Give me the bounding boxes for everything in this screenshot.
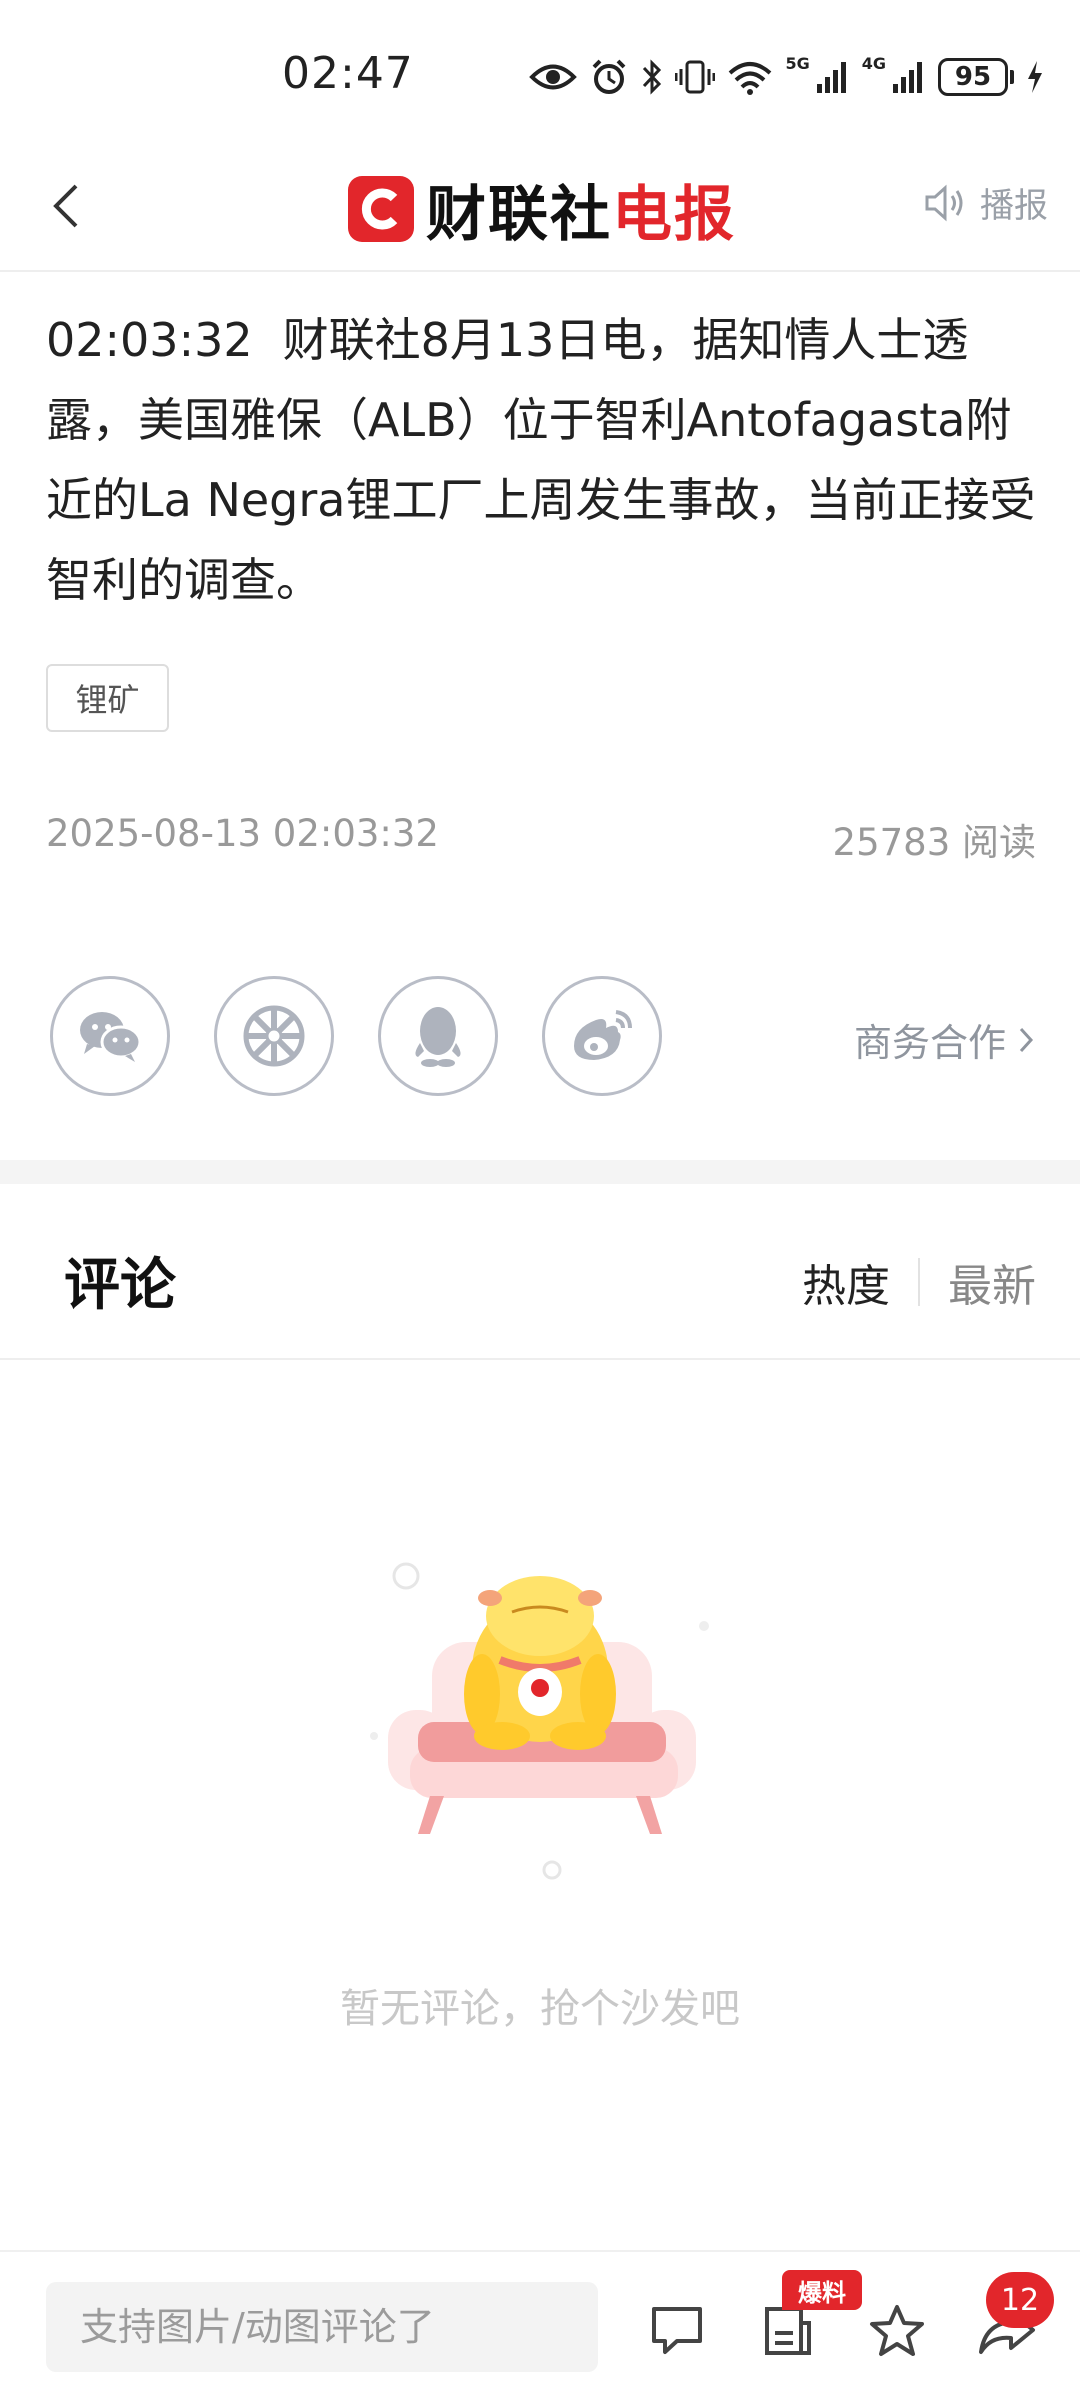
business-cooperation-link[interactable]: 商务合作 <box>854 1012 1036 1067</box>
alarm-icon <box>593 59 626 94</box>
article-body: 02:03:32 财联社8月13日电，据知情人士透露，美国雅保（ALB）位于智利A… <box>46 300 1036 620</box>
tip-off-badge: 爆料 <box>782 2270 862 2310</box>
network-5g-label: 5G <box>785 53 810 73</box>
eye-icon <box>529 64 578 90</box>
signal-4g-icon <box>893 62 922 93</box>
share-weibo-button[interactable] <box>542 976 662 1096</box>
comments-divider <box>0 1358 1080 1360</box>
sort-hot-tab[interactable]: 热度 <box>802 1250 890 1314</box>
weibo-icon <box>574 1010 632 1060</box>
charging-icon <box>1028 61 1042 93</box>
battery-level: 95 <box>938 58 1008 96</box>
empty-comments-text: 暂无评论，抢个沙发吧 <box>340 1986 740 2032</box>
sort-new-tab[interactable]: 最新 <box>948 1250 1036 1314</box>
moments-aperture-icon <box>243 1005 305 1067</box>
topic-tag[interactable]: 锂矿 <box>46 664 169 732</box>
comment-input[interactable] <box>46 2282 598 2372</box>
article-time: 02:03:32 <box>46 313 253 367</box>
share-moments-button[interactable] <box>214 976 334 1096</box>
publish-date: 2025-08-13 02:03:32 <box>46 812 439 855</box>
logo-text-main: 财联社 <box>426 179 612 250</box>
logo-c-icon <box>348 176 414 242</box>
bottom-action-bar: 爆料 12 <box>0 2250 1080 2400</box>
broadcast-label: 播报 <box>980 186 1048 226</box>
network-4g-label: 4G <box>861 53 886 73</box>
business-cooperation-label: 商务合作 <box>853 1021 1006 1065</box>
speaker-icon <box>925 184 963 221</box>
favorite-button[interactable] <box>862 2296 932 2366</box>
battery-cap <box>1010 70 1014 84</box>
star-icon <box>870 2305 924 2356</box>
chevron-right-icon <box>1019 1027 1034 1052</box>
status-bar: 02:47 5G 4G 95 <box>0 0 1080 150</box>
empty-comments-illustration <box>370 1562 709 1880</box>
section-divider <box>0 1160 1080 1184</box>
signal-5g-icon <box>816 62 846 93</box>
back-button[interactable] <box>40 176 100 236</box>
comments-title: 评论 <box>64 1253 176 1318</box>
qq-penguin-icon <box>415 1007 461 1067</box>
comment-sort-tabs: 热度 最新 <box>802 1250 1036 1314</box>
document-icon <box>765 2307 811 2355</box>
cls-telegraph-logo: 财联社 电报 <box>348 164 736 254</box>
read-count: 25783 阅读 <box>832 821 1036 864</box>
share-qq-button[interactable] <box>378 976 498 1096</box>
sort-separator <box>918 1258 920 1306</box>
share-count-badge: 12 <box>986 2272 1054 2328</box>
comment-bubble-icon <box>652 2307 702 2354</box>
wifi-icon <box>729 62 772 95</box>
battery-indicator: 95 <box>938 58 1014 96</box>
bluetooth-icon <box>643 59 662 95</box>
status-time: 02:47 <box>282 48 414 99</box>
logo-text-accent: 电报 <box>612 179 736 250</box>
share-row <box>50 976 662 1096</box>
broadcast-button[interactable]: 播报 <box>924 178 1048 227</box>
chevron-left-icon <box>53 184 78 228</box>
share-wechat-button[interactable] <box>50 976 170 1096</box>
app-header: 财联社 电报 播报 <box>0 150 1080 272</box>
status-icons: 5G 4G 95 <box>529 52 1044 102</box>
wechat-icon <box>80 1012 142 1062</box>
vibrate-icon <box>675 60 716 94</box>
comment-button[interactable] <box>642 2296 712 2366</box>
